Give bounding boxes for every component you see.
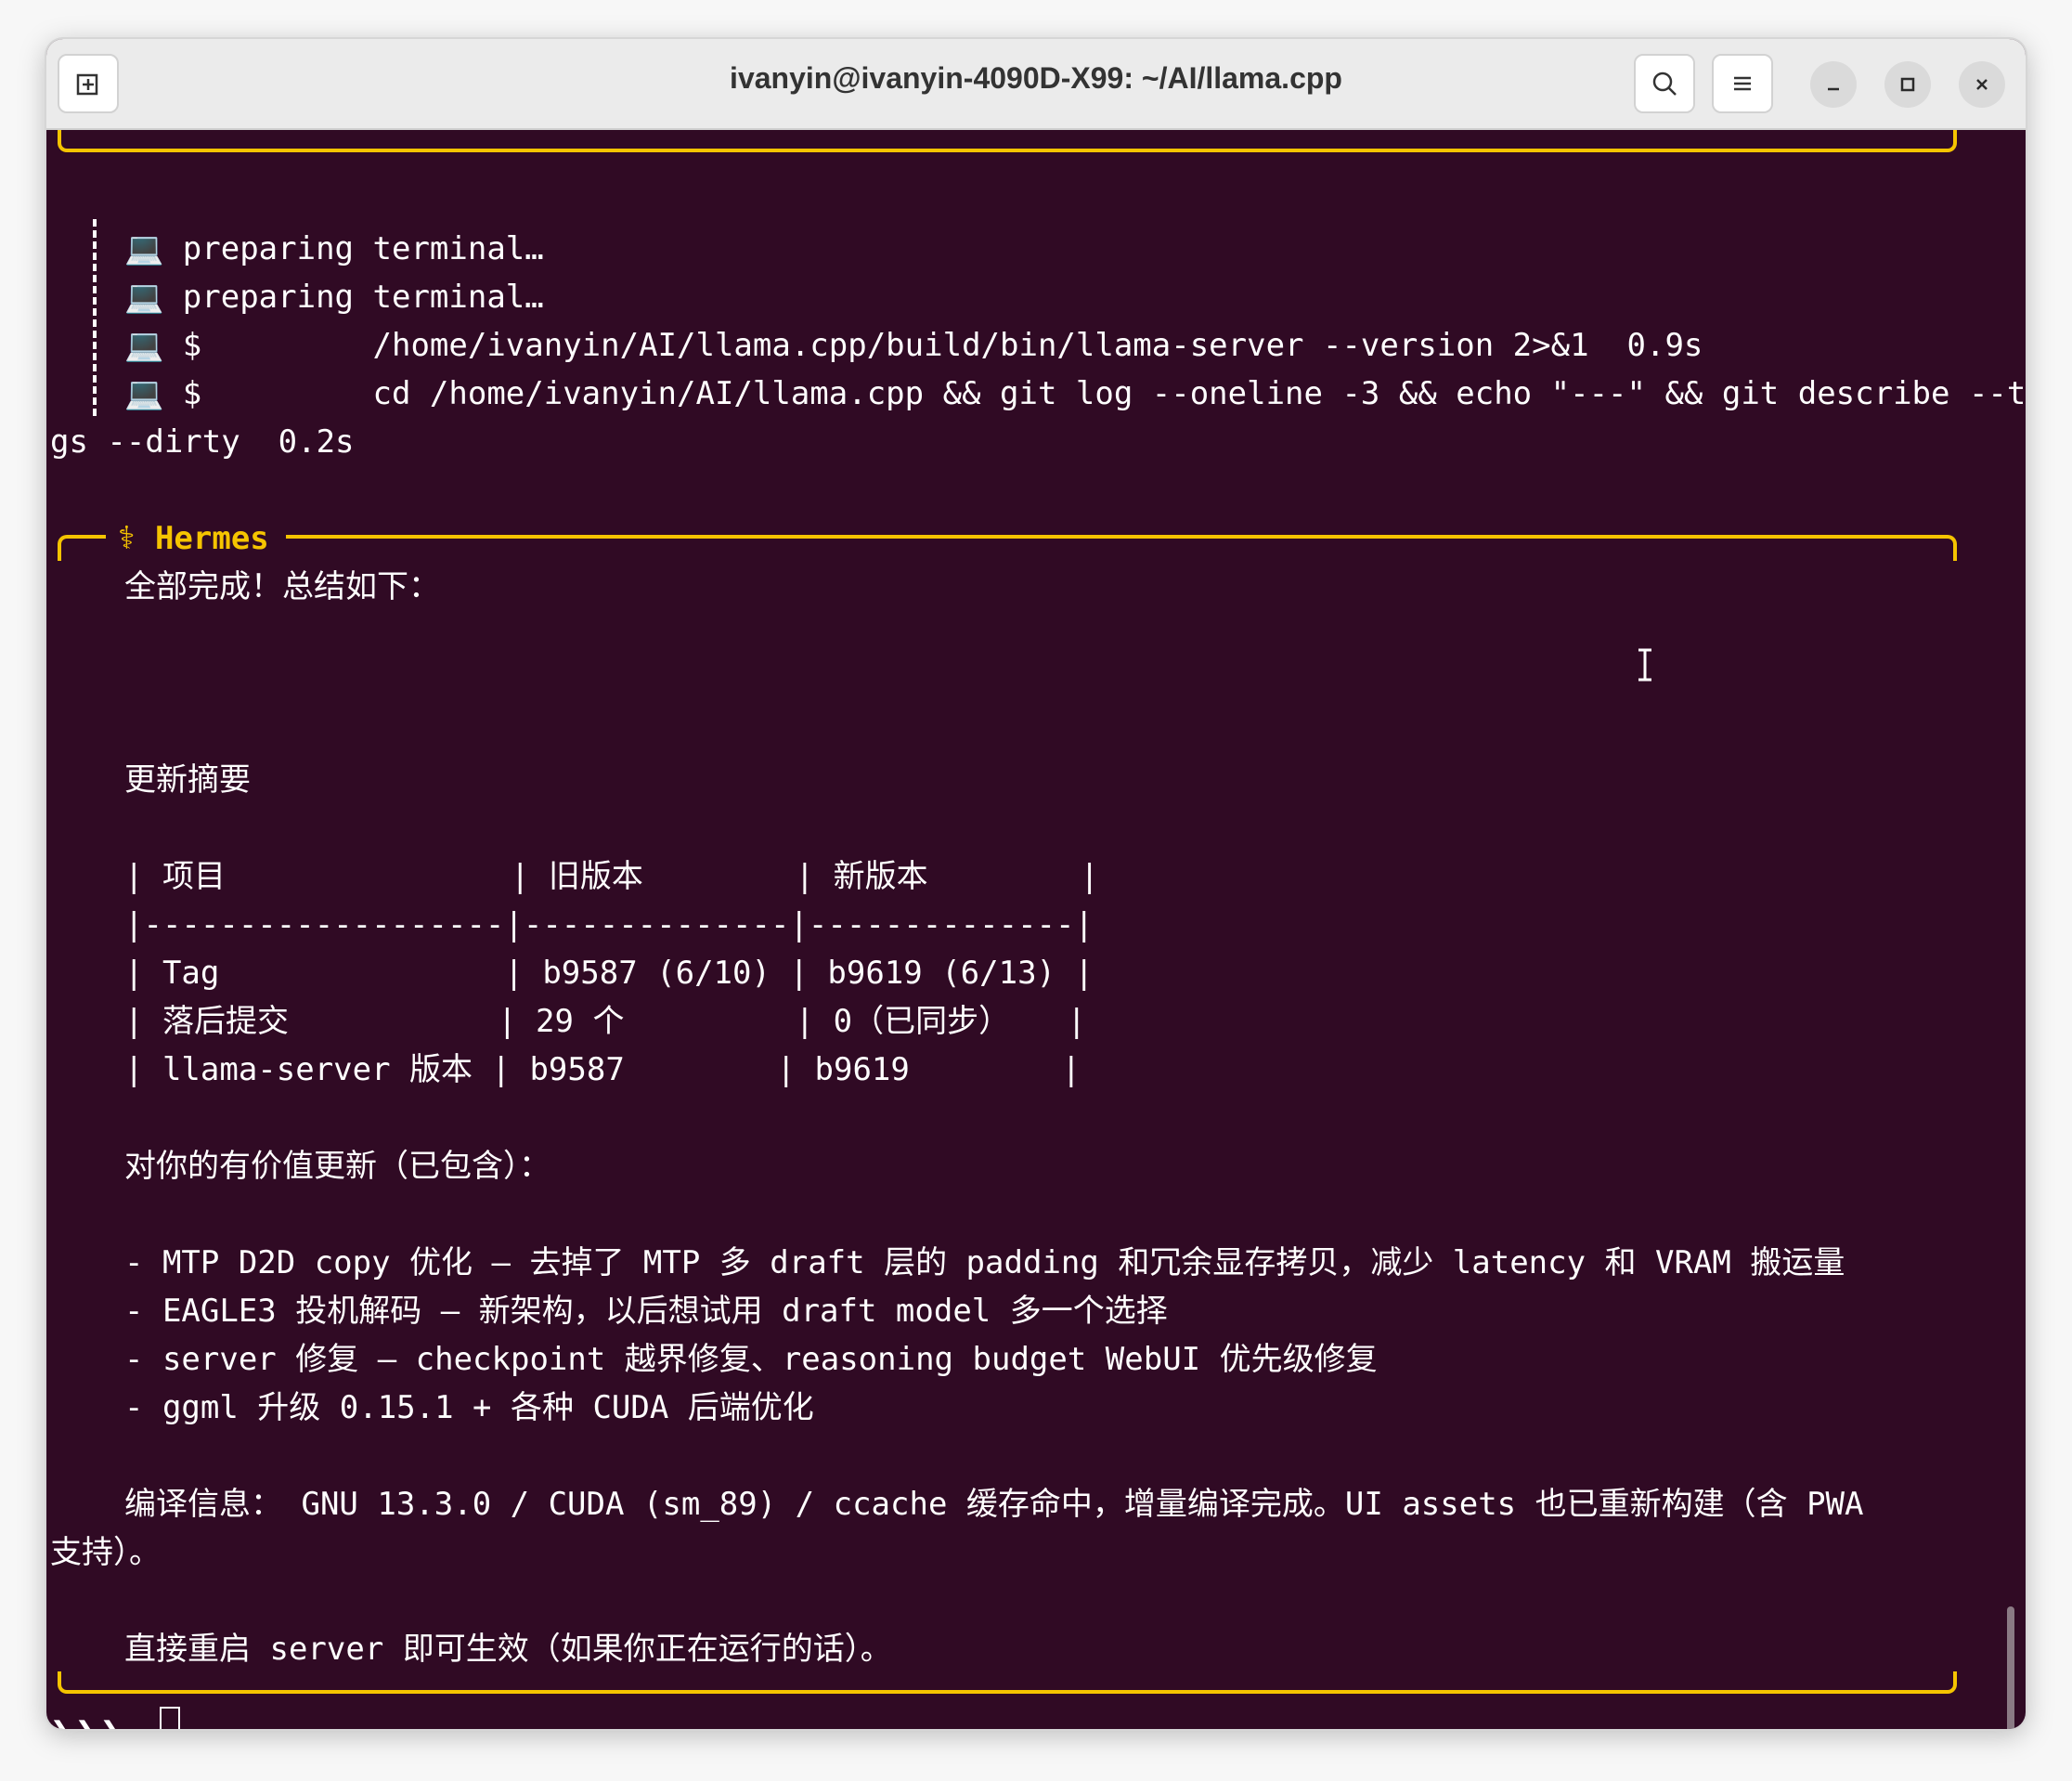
- search-button[interactable]: [1634, 54, 1695, 113]
- hamburger-menu-icon: [1734, 76, 1751, 91]
- update-item: - ggml 升级 0.15.1 + 各种 CUDA 后端优化: [124, 1389, 814, 1426]
- terminal-output[interactable]: 💻 preparing terminal… 💻 preparing termin…: [46, 130, 2026, 1729]
- summary-intro: 全部完成！总结如下：: [124, 568, 440, 605]
- table-row: | llama-server 版本 | b9587 | b9619 |: [124, 1051, 1081, 1088]
- prompt-symbol: ❯❯❯: [50, 1710, 125, 1729]
- restart-note: 直接重启 server 即可生效（如果你正在运行的话）。: [124, 1631, 892, 1668]
- activity-line: 💻 preparing terminal…: [124, 230, 544, 267]
- minimize-button[interactable]: [1810, 61, 1857, 108]
- activity-tree-line: [93, 219, 97, 416]
- hermes-label: ⚕ Hermes: [106, 518, 286, 559]
- update-item: - MTP D2D copy 优化 — 去掉了 MTP 多 draft 层的 p…: [124, 1244, 1845, 1281]
- close-button[interactable]: [1959, 61, 2005, 108]
- minimize-icon: [1828, 87, 1839, 91]
- activity-line: 💻 $ /home/ivanyin/AI/llama.cpp/build/bin…: [124, 327, 1703, 364]
- terminal-window: ivanyin@ivanyin-4090D-X99: ~/AI/llama.cp…: [46, 39, 2026, 1729]
- table-row: | Tag | b9587 (6/10) | b9619 (6/13) |: [124, 955, 1094, 992]
- close-icon: [1976, 79, 1988, 90]
- ibeam-cursor-icon: [1636, 646, 1654, 693]
- hermes-box-bottom-border: [58, 1671, 1957, 1694]
- activity-line: 💻 $ cd /home/ivanyin/AI/llama.cpp && git…: [124, 375, 2026, 412]
- build-info: 编译信息： GNU 13.3.0 / CUDA (sm_89) / ccache…: [124, 1486, 1864, 1523]
- build-info-wrap: 支持）。: [50, 1534, 161, 1571]
- titlebar: ivanyin@ivanyin-4090D-X99: ~/AI/llama.cp…: [46, 39, 2026, 130]
- menu-button[interactable]: [1712, 54, 1773, 113]
- previous-box-bottom-border: [58, 130, 1957, 152]
- maximize-button[interactable]: [1884, 61, 1931, 108]
- maximize-icon: [1900, 77, 1915, 92]
- update-item: - server 修复 — checkpoint 越界修复、reasoning …: [124, 1341, 1378, 1378]
- activity-line: 💻 preparing terminal…: [124, 279, 544, 316]
- text-cursor: [160, 1707, 180, 1729]
- updates-heading: 对你的有价值更新（已包含）：: [124, 1148, 550, 1185]
- activity-line-wrap: gs --dirty 0.2s: [50, 423, 355, 461]
- table-row: | 落后提交 | 29 个 | 0（已同步） |: [124, 1003, 1086, 1040]
- table-row: |-------------------|--------------|----…: [124, 906, 1094, 943]
- summary-heading: 更新摘要: [124, 761, 251, 799]
- hermes-box-top-border: [58, 535, 1957, 561]
- search-icon: [1652, 72, 1677, 96]
- table-row: | 项目 | 旧版本 | 新版本 |: [124, 858, 1099, 895]
- scrollbar[interactable]: [2007, 1606, 2014, 1729]
- update-item: - EAGLE3 投机解码 — 新架构，以后想试用 draft model 多一…: [124, 1293, 1168, 1330]
